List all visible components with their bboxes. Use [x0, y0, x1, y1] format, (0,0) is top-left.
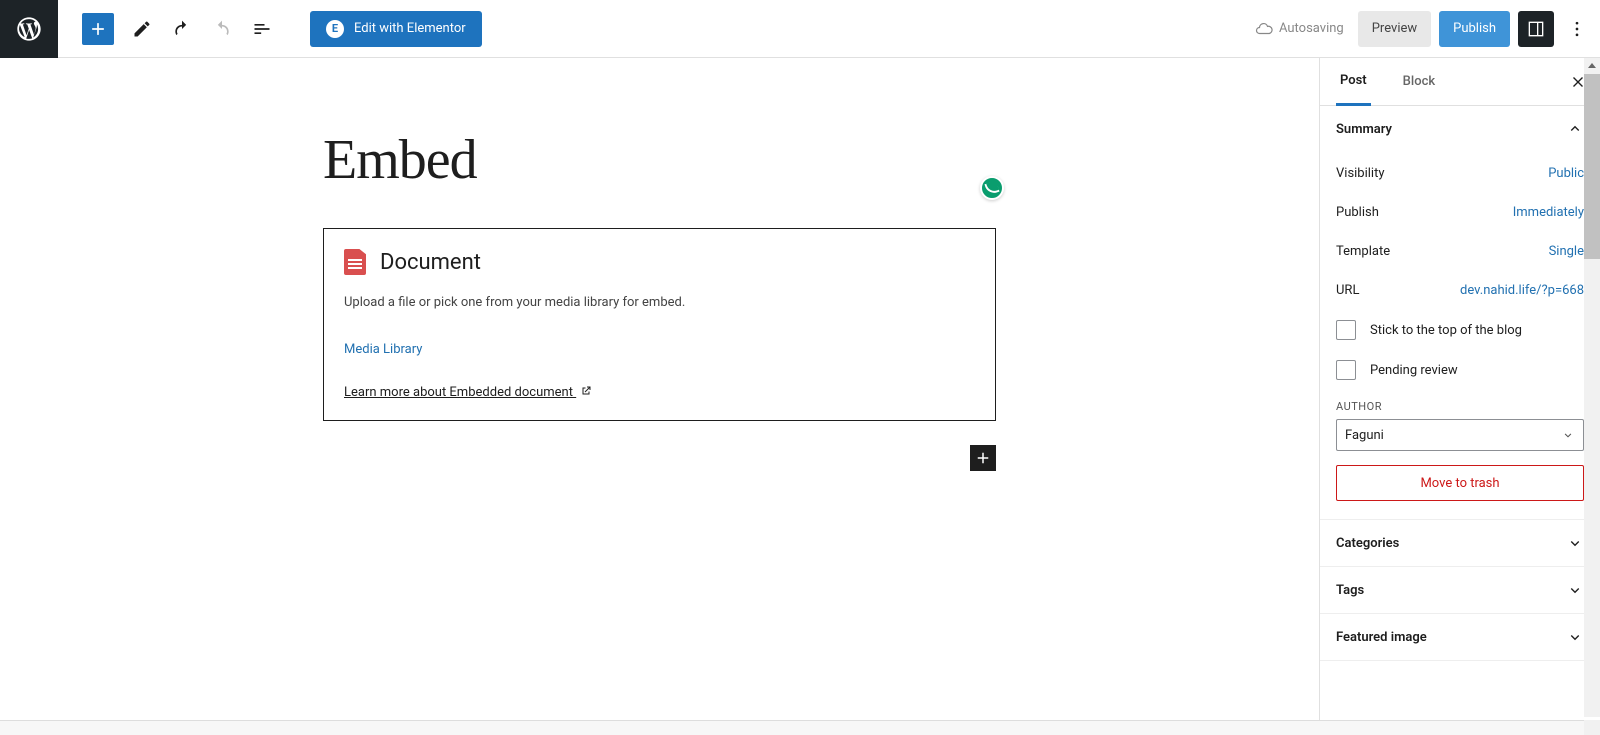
media-library-button[interactable]: Media Library	[338, 338, 428, 361]
toolbar-tools	[58, 9, 282, 49]
editor-content: Embed Document Upload a file or pick one…	[323, 128, 996, 421]
add-block-button[interactable]	[82, 13, 114, 45]
undo-button[interactable]	[162, 9, 202, 49]
tab-block[interactable]: Block	[1399, 58, 1439, 105]
author-select[interactable]: Faguni	[1336, 419, 1584, 451]
elementor-label: Edit with Elementor	[354, 21, 466, 36]
grammarly-icon[interactable]	[980, 176, 1004, 200]
pending-checkbox[interactable]	[1336, 360, 1356, 380]
more-vertical-icon	[1567, 19, 1587, 39]
plus-icon	[88, 19, 108, 39]
wordpress-logo[interactable]	[0, 0, 58, 58]
scroll-up-icon	[1587, 61, 1597, 71]
url-value[interactable]: dev.nahid.life/?p=668	[1460, 283, 1584, 298]
sidebar-icon	[1526, 19, 1546, 39]
sidebar-tabs: Post Block	[1320, 58, 1600, 106]
cloud-icon	[1255, 20, 1273, 38]
panel-summary-header[interactable]: Summary	[1320, 106, 1600, 152]
row-template: Template Single	[1336, 232, 1584, 271]
autosave-status: Autosaving	[1255, 20, 1344, 38]
settings-sidebar: Post Block Summary Visibility Public	[1319, 58, 1600, 735]
move-to-trash-button[interactable]: Move to trash	[1336, 465, 1584, 501]
undo-icon	[172, 19, 192, 39]
edit-mode-button[interactable]	[122, 9, 162, 49]
options-button[interactable]	[1562, 11, 1592, 47]
panel-featured-image: Featured image	[1320, 614, 1600, 661]
chevron-down-icon	[1566, 534, 1584, 552]
learn-more-link[interactable]: Learn more about Embedded document	[344, 385, 592, 400]
sticky-checkbox[interactable]	[1336, 320, 1356, 340]
row-url: URL dev.nahid.life/?p=668	[1336, 271, 1584, 310]
scrollbar-thumb[interactable]	[1584, 74, 1600, 259]
vertical-scrollbar[interactable]	[1584, 58, 1600, 717]
checkbox-sticky: Stick to the top of the blog	[1336, 310, 1584, 350]
chevron-down-icon	[1566, 628, 1584, 646]
row-visibility: Visibility Public	[1336, 154, 1584, 193]
block-description: Upload a file or pick one from your medi…	[344, 295, 975, 310]
sidebar-body: Summary Visibility Public Publish Immedi…	[1320, 106, 1600, 735]
panel-tags-header[interactable]: Tags	[1320, 567, 1600, 613]
settings-toggle-button[interactable]	[1518, 11, 1554, 47]
panel-categories-header[interactable]: Categories	[1320, 520, 1600, 566]
chevron-down-icon	[1561, 428, 1575, 442]
document-block[interactable]: Document Upload a file or pick one from …	[323, 228, 996, 421]
toolbar-right: Autosaving Preview Publish	[1255, 11, 1600, 47]
scrollbar-corner	[1584, 720, 1600, 735]
preview-button[interactable]: Preview	[1358, 11, 1431, 47]
chevron-up-icon	[1566, 120, 1584, 138]
document-outline-button[interactable]	[242, 9, 282, 49]
redo-button[interactable]	[202, 9, 242, 49]
panel-categories: Categories	[1320, 520, 1600, 567]
author-section-label: AUTHOR	[1336, 400, 1584, 413]
external-link-icon	[580, 385, 592, 397]
checkbox-pending: Pending review	[1336, 350, 1584, 390]
panel-summary-body: Visibility Public Publish Immediately Te…	[1320, 152, 1600, 519]
elementor-icon: E	[326, 20, 344, 38]
tab-post[interactable]: Post	[1336, 58, 1371, 106]
document-icon	[344, 249, 366, 275]
post-title[interactable]: Embed	[323, 128, 996, 192]
block-title: Document	[380, 250, 481, 275]
horizontal-scrollbar[interactable]	[0, 720, 1584, 735]
list-icon	[252, 19, 272, 39]
publish-button[interactable]: Publish	[1439, 11, 1510, 47]
panel-tags: Tags	[1320, 567, 1600, 614]
row-publish: Publish Immediately	[1336, 193, 1584, 232]
block-header: Document	[344, 249, 975, 275]
add-block-inline-button[interactable]	[970, 445, 996, 471]
plus-icon	[974, 449, 992, 467]
template-value[interactable]: Single	[1549, 244, 1584, 259]
chevron-down-icon	[1566, 581, 1584, 599]
panel-featured-image-header[interactable]: Featured image	[1320, 614, 1600, 660]
visibility-value[interactable]: Public	[1548, 166, 1584, 181]
wordpress-icon	[15, 15, 43, 43]
panel-summary: Summary Visibility Public Publish Immedi…	[1320, 106, 1600, 520]
main-layout: Embed Document Upload a file or pick one…	[0, 58, 1600, 735]
edit-with-elementor-button[interactable]: E Edit with Elementor	[310, 11, 482, 47]
pencil-icon	[132, 19, 152, 39]
publish-value[interactable]: Immediately	[1513, 205, 1584, 220]
redo-icon	[212, 19, 232, 39]
toolbar-left: E Edit with Elementor	[0, 0, 482, 57]
editor-canvas[interactable]: Embed Document Upload a file or pick one…	[0, 58, 1319, 735]
top-toolbar: E Edit with Elementor Autosaving Preview…	[0, 0, 1600, 58]
